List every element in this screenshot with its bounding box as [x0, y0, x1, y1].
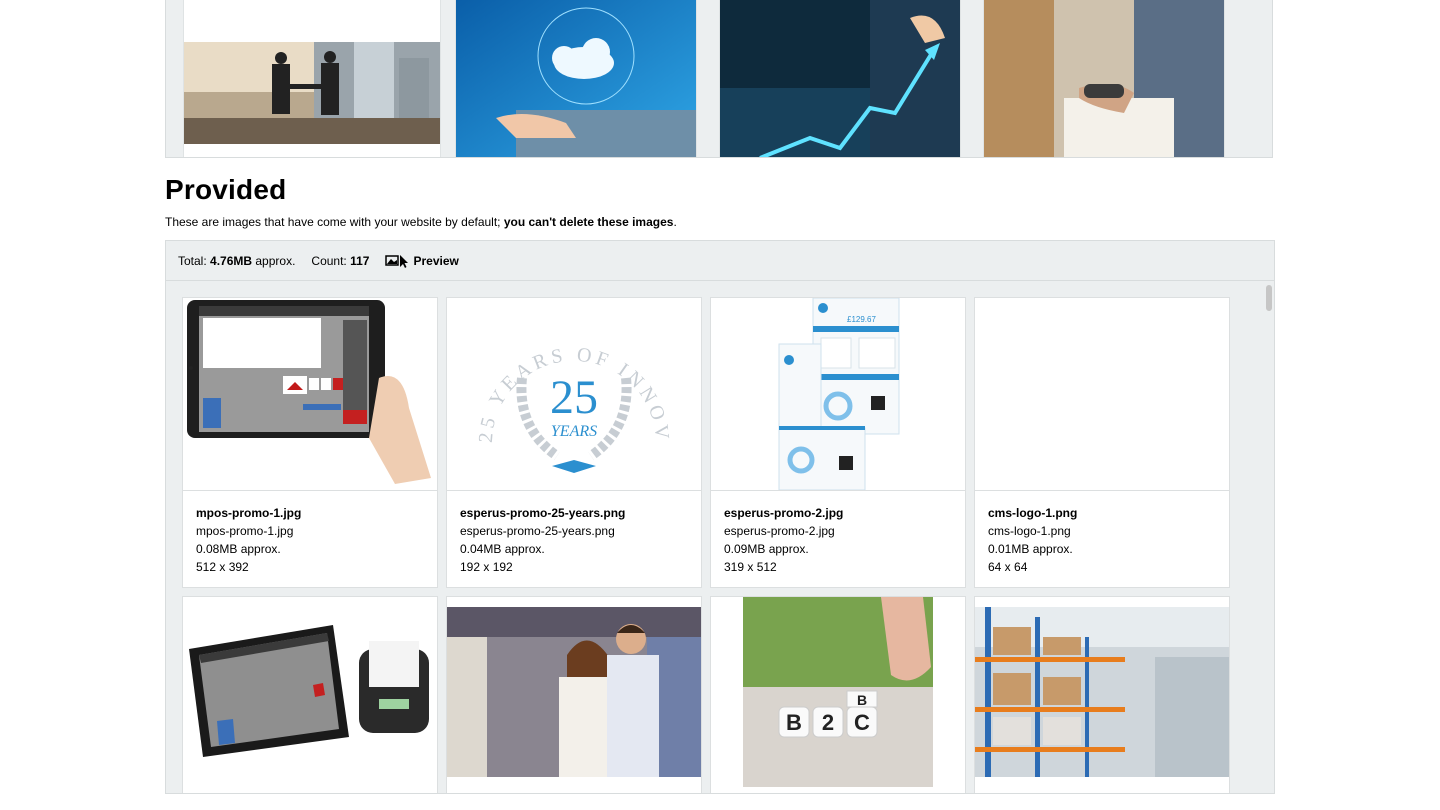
image-card[interactable] — [974, 596, 1230, 793]
image-card[interactable] — [182, 596, 438, 793]
cloud-laptop-image — [456, 0, 696, 157]
image-info: esperus-promo-25-years.png esperus-promo… — [460, 504, 625, 576]
description-warning: you can't delete these images — [503, 215, 674, 229]
image-title: esperus-promo-2.jpg — [724, 506, 844, 520]
count-stat: Count: 117 — [311, 254, 369, 268]
description-end: . — [673, 215, 677, 229]
preview-button[interactable]: Preview — [385, 253, 459, 268]
image-size: 0.09MB approx. — [724, 542, 809, 556]
handshake-image — [184, 42, 440, 144]
dice-2: 2 — [822, 710, 834, 735]
total-value: 4.76MB — [210, 253, 253, 268]
dice-c: C — [854, 710, 870, 735]
25-years-logo-image: 25 YEARS OF INNOVATION 25 YEARS — [447, 298, 669, 473]
top-gallery — [165, 0, 1273, 158]
description-text: These are images that have come with you… — [165, 215, 504, 229]
total-label: Total: — [178, 253, 211, 268]
preview-label: Preview — [413, 253, 459, 268]
panel-toolbar: Total: 4.76MB approx. Count: 117 Preview — [166, 241, 1274, 281]
warehouse-shelves-image — [975, 607, 1229, 777]
image-card[interactable]: 25 YEARS OF INNOVATION 25 YEARS esperus-… — [446, 297, 702, 588]
logo-number: 25 — [550, 371, 598, 424]
image-thumbnail — [975, 597, 1229, 787]
image-filename: mpos-promo-1.jpg — [196, 524, 294, 538]
image-size: 0.01MB approx. — [988, 542, 1073, 556]
logo-sub: YEARS — [551, 423, 597, 440]
esperus-app-screens-image: £129.67 — [778, 298, 900, 490]
image-info: esperus-promo-2.jpg esperus-promo-2.jpg … — [724, 504, 843, 576]
count-value: 117 — [350, 253, 370, 268]
image-dimensions: 512 x 392 — [196, 560, 249, 574]
b2b-b2c-dice-image: B 2 C B — [743, 597, 933, 787]
image-dimensions: 192 x 192 — [460, 560, 513, 574]
image-filename: cms-logo-1.png — [988, 524, 1071, 538]
image-thumbnail: B 2 C B — [711, 597, 965, 787]
section-description: These are images that have come with you… — [165, 215, 677, 229]
panel-scrollbar[interactable] — [1266, 285, 1272, 311]
image-card[interactable]: mpos-promo-1.jpg mpos-promo-1.jpg 0.08MB… — [182, 297, 438, 588]
top-image-card[interactable] — [983, 0, 1225, 157]
image-icon — [385, 254, 409, 268]
price-text: £129.67 — [847, 315, 876, 324]
image-thumbnail: 25 YEARS OF INNOVATION 25 YEARS — [447, 298, 701, 491]
image-info: mpos-promo-1.jpg mpos-promo-1.jpg 0.08MB… — [196, 504, 301, 576]
barcode-scanner-image — [984, 0, 1224, 157]
image-card[interactable]: B 2 C B — [710, 596, 966, 793]
image-card[interactable]: £129.67 esperus-promo-2.jpg esperus-prom… — [710, 297, 966, 588]
image-dimensions: 64 x 64 — [988, 560, 1028, 574]
image-size: 0.08MB approx. — [196, 542, 281, 556]
total-suffix: approx. — [252, 253, 296, 268]
couple-shopping-image — [447, 607, 701, 777]
dice-top-b: B — [857, 692, 867, 708]
top-image-card[interactable] — [183, 0, 441, 157]
image-thumbnail — [183, 298, 437, 491]
growth-arrow-image — [720, 0, 960, 157]
tablet-printer-image — [189, 625, 429, 757]
image-thumbnail — [183, 597, 437, 787]
dice-b: B — [786, 710, 802, 735]
image-card[interactable] — [446, 596, 702, 793]
image-title: cms-logo-1.png — [988, 506, 1078, 520]
image-filename: esperus-promo-25-years.png — [460, 524, 615, 538]
section-title: Provided — [165, 174, 287, 205]
mpos-tablet-image — [187, 300, 431, 484]
total-size-stat: Total: 4.76MB approx. — [178, 254, 295, 268]
provided-images-panel: Total: 4.76MB approx. Count: 117 Preview — [165, 240, 1275, 794]
image-card[interactable]: cms-logo-1.png cms-logo-1.png 0.01MB app… — [974, 297, 1230, 588]
image-thumbnail: £129.67 — [711, 298, 965, 491]
image-title: mpos-promo-1.jpg — [196, 506, 302, 520]
image-title: esperus-promo-25-years.png — [460, 506, 626, 520]
count-label: Count: — [311, 253, 351, 268]
image-info: cms-logo-1.png cms-logo-1.png 0.01MB app… — [988, 504, 1077, 576]
top-image-card[interactable] — [719, 0, 961, 157]
image-size: 0.04MB approx. — [460, 542, 545, 556]
top-image-card[interactable] — [455, 0, 697, 157]
image-filename: esperus-promo-2.jpg — [724, 524, 835, 538]
image-thumbnail — [975, 298, 1229, 491]
image-dimensions: 319 x 512 — [724, 560, 777, 574]
image-thumbnail — [447, 597, 701, 787]
